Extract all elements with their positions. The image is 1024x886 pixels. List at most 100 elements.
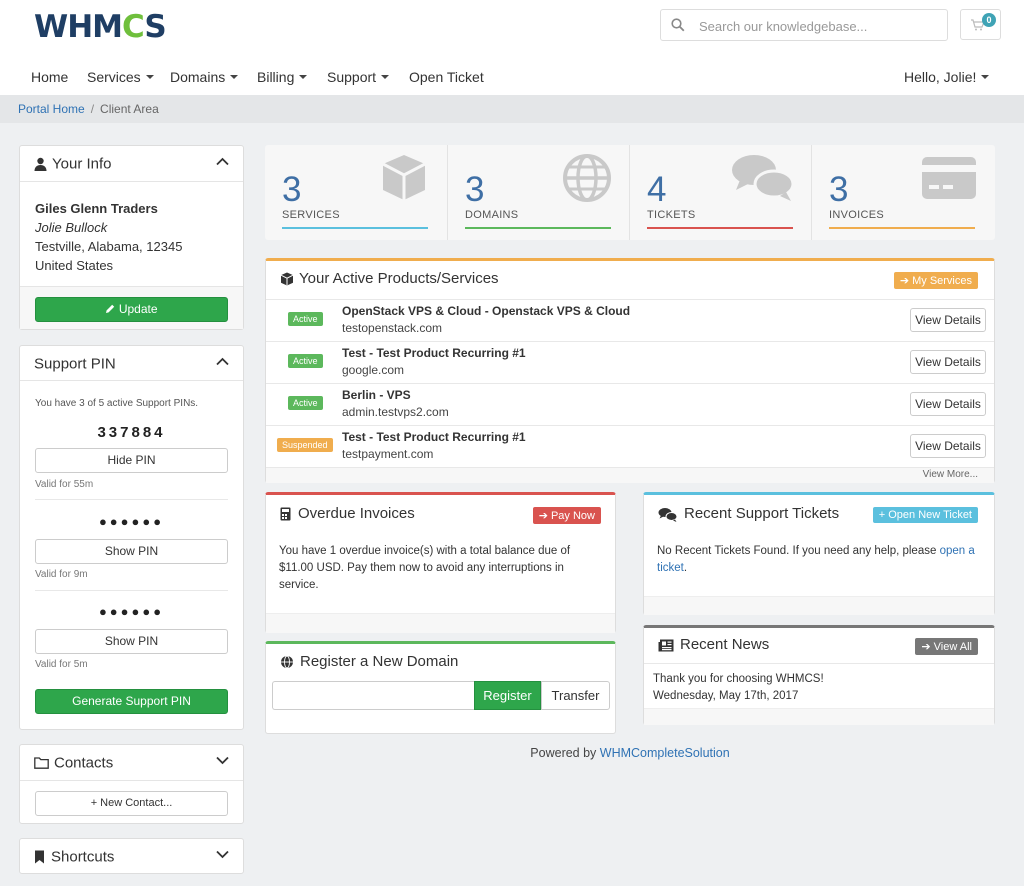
generate-pin-button[interactable]: Generate Support PIN [35, 689, 228, 714]
pin-value-2: ●●●●●● [98, 514, 165, 529]
pay-now-button[interactable]: ➔ Pay Now [532, 507, 601, 524]
pin-valid-1: Valid for 55m [35, 479, 94, 490]
comments-icon [732, 155, 795, 201]
register-domain-title: Register a New Domain [300, 653, 459, 670]
my-services-button[interactable]: ➔ My Services [893, 272, 978, 289]
contacts-header[interactable]: Contacts [20, 745, 243, 781]
view-details-button-4[interactable]: View Details [910, 434, 986, 458]
main-nav: Home Services Domains Billing Support Op… [0, 60, 1024, 94]
hide-pin-button[interactable]: Hide PIN [35, 448, 228, 473]
support-pin-panel: Support PIN You have 3 of 5 active Suppo… [19, 345, 244, 730]
search-box[interactable] [660, 9, 948, 41]
breadcrumb: Portal Home / Client Area [0, 95, 1024, 123]
view-details-button-1[interactable]: View Details [910, 308, 986, 332]
support-pin-title: Support PIN [34, 355, 116, 373]
recent-news-panel: Recent News ➔ View All Thank you for cho… [643, 625, 995, 725]
register-domain-header: Register a New Domain [266, 644, 615, 680]
folder-icon [34, 757, 49, 769]
news-item[interactable]: Thank you for choosing WHMCS! Wednesday,… [653, 671, 824, 705]
chevron-up-icon[interactable] [216, 357, 229, 366]
product-domain-2: google.com [342, 363, 405, 377]
address-country: United States [35, 258, 114, 273]
view-details-button-2[interactable]: View Details [910, 350, 986, 374]
nav-services-label: Services [87, 69, 141, 85]
services-bar [282, 227, 428, 229]
product-name-2: Test - Test Product Recurring #1 [342, 346, 526, 360]
transfer-button[interactable]: Transfer [541, 681, 610, 710]
shortcuts-header[interactable]: Shortcuts [20, 839, 243, 875]
product-domain-3: admin.testvps2.com [342, 405, 449, 419]
nav-home[interactable]: Home [31, 69, 68, 85]
stat-domains[interactable]: 3 DOMAINS [447, 145, 629, 240]
update-label: Update [118, 302, 158, 316]
tickets-text: No Recent Tickets Found. If you need any… [657, 543, 982, 577]
caret-down-icon [145, 75, 154, 80]
nav-open-ticket[interactable]: Open Ticket [409, 69, 484, 85]
products-title: Your Active Products/Services [299, 270, 499, 287]
cart-count-badge: 0 [982, 13, 996, 27]
credit-card-icon [922, 157, 976, 199]
product-domain-4: testpayment.com [342, 447, 434, 461]
your-info-header[interactable]: Your Info [20, 146, 243, 182]
pencil-icon [106, 304, 115, 313]
status-badge-active: Active [288, 396, 323, 410]
pin-value-1: 337884 [97, 424, 166, 441]
pay-now-label: Pay Now [550, 510, 595, 522]
domain-search-input[interactable] [272, 681, 474, 710]
bookmark-icon [35, 850, 44, 864]
nav-user-menu[interactable]: Hello, Jolie! [904, 69, 990, 85]
product-row-3: Active Berlin - VPS admin.testvps2.com V… [266, 383, 994, 425]
tickets-text-end: . [683, 562, 688, 574]
services-count: 3 [282, 170, 302, 209]
view-all-news-button[interactable]: ➔ View All [915, 638, 978, 655]
tickets-label: TICKETS [647, 209, 696, 221]
shortcuts-panel: Shortcuts [19, 838, 244, 874]
chevron-down-icon[interactable] [216, 850, 229, 859]
footer-prefix: Powered by [530, 746, 600, 760]
nav-billing-label: Billing [257, 69, 295, 85]
support-pin-header[interactable]: Support PIN [20, 346, 243, 381]
stat-services[interactable]: 3 SERVICES [265, 145, 447, 240]
your-info-panel: Your Info Giles Glenn Traders Jolie Bull… [19, 145, 244, 330]
update-button[interactable]: Update [35, 297, 228, 322]
open-new-ticket-button[interactable]: + Open New Ticket [872, 507, 978, 523]
tickets-text-body: No Recent Tickets Found. If you need any… [657, 545, 940, 557]
new-contact-button[interactable]: + New Contact... [35, 791, 228, 816]
stat-invoices[interactable]: 3 INVOICES [811, 145, 993, 240]
view-details-button-3[interactable]: View Details [910, 392, 986, 416]
nav-services[interactable]: Services [87, 69, 154, 85]
globe-icon [281, 655, 293, 669]
nav-domains[interactable]: Domains [170, 69, 239, 85]
show-pin-button-2[interactable]: Show PIN [35, 629, 228, 654]
nav-billing[interactable]: Billing [257, 69, 308, 85]
products-panel: Your Active Products/Services ➔ My Servi… [265, 258, 995, 483]
product-name-3: Berlin - VPS [342, 388, 411, 402]
nav-domains-label: Domains [170, 69, 226, 85]
your-info-body: Giles Glenn Traders Jolie Bullock Testvi… [35, 199, 182, 275]
domains-count: 3 [465, 170, 485, 209]
pin-valid-3: Valid for 5m [35, 659, 88, 670]
chevron-down-icon[interactable] [216, 756, 229, 765]
chevron-up-icon[interactable] [216, 157, 229, 166]
stat-tickets[interactable]: 4 TICKETS [629, 145, 811, 240]
news-item-date: Wednesday, May 17th, 2017 [653, 690, 799, 702]
overdue-invoices-panel: Overdue Invoices ➔ Pay Now You have 1 ov… [265, 492, 616, 633]
show-pin-button-1[interactable]: Show PIN [35, 539, 228, 564]
product-domain-1: testopenstack.com [342, 321, 443, 335]
whmcs-link[interactable]: WHMCompleteSolution [600, 746, 730, 760]
arrow-right-icon: ➔ [899, 275, 910, 287]
arrow-right-icon: ➔ [921, 641, 931, 653]
recent-tickets-panel: Recent Support Tickets + Open New Ticket… [643, 492, 995, 615]
services-label: SERVICES [282, 209, 340, 221]
register-button[interactable]: Register [474, 681, 541, 710]
nav-support[interactable]: Support [327, 69, 390, 85]
recent-news-header: Recent News ➔ View All [644, 628, 994, 664]
breadcrumb-portal-home[interactable]: Portal Home [18, 102, 85, 116]
products-header: Your Active Products/Services ➔ My Servi… [266, 261, 994, 299]
search-input[interactable] [699, 16, 939, 36]
cube-icon [280, 272, 294, 286]
whmcs-logo[interactable]: WHMCS [34, 9, 167, 45]
cart-button[interactable]: 0 [960, 9, 1001, 40]
view-more-link[interactable]: View More... [266, 467, 994, 483]
pin-divider [35, 590, 228, 591]
